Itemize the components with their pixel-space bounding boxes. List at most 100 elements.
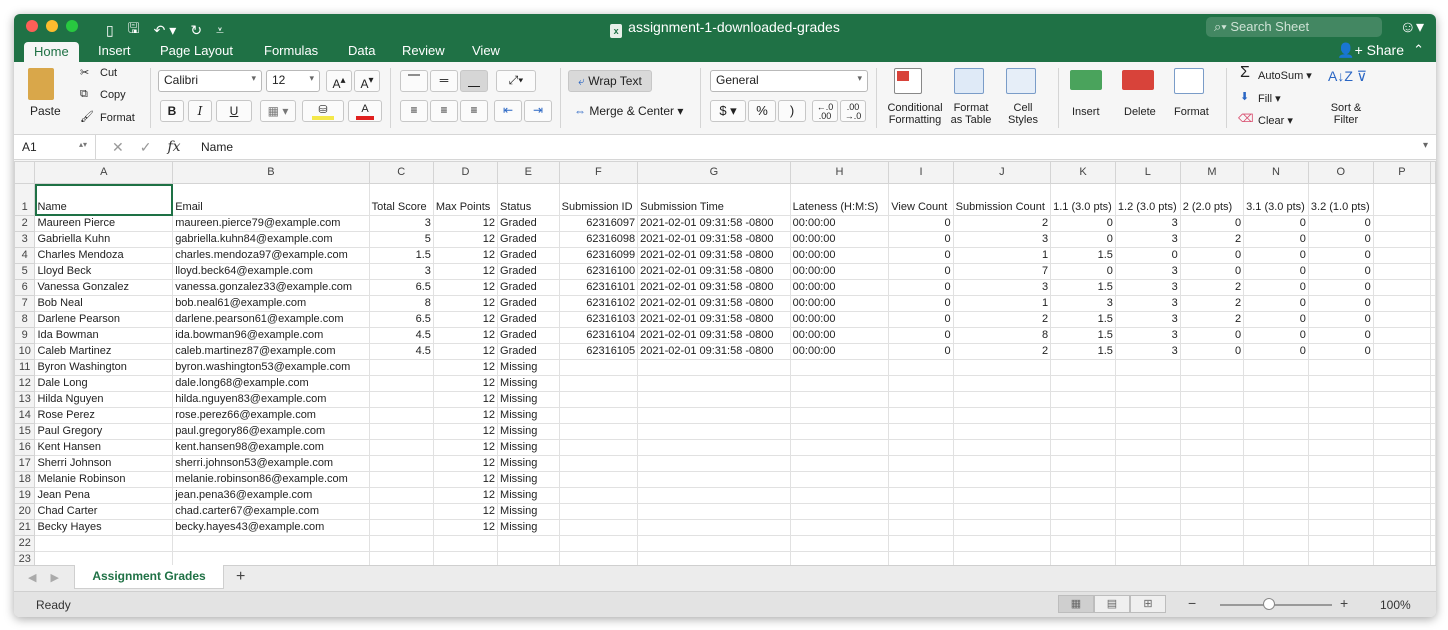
paste-icon[interactable] [28,68,54,100]
italic-button[interactable]: I [188,100,212,122]
cell[interactable] [952,359,1052,376]
cell[interactable] [34,535,174,552]
paste-button[interactable]: Paste [30,104,61,118]
cell[interactable] [888,471,954,488]
cell[interactable]: Charles Mendoza [34,247,174,264]
cell[interactable]: byron.washington53@example.com [172,359,370,376]
decrease-indent-button[interactable]: ⇤ [494,100,522,122]
cell[interactable] [1430,279,1436,296]
cell[interactable] [368,423,434,440]
cell[interactable] [1307,407,1374,424]
cell[interactable] [1114,391,1181,408]
cell[interactable] [368,455,434,472]
cell[interactable]: 62316100 [558,263,639,280]
clear-button[interactable]: Clear ▾ [1258,114,1293,127]
cell[interactable]: 0 [1307,279,1374,296]
header-cell[interactable]: Lateness (H:M:S) [789,183,890,216]
cell[interactable]: 0 [1243,295,1309,312]
format-painter-button[interactable]: Format [100,112,135,124]
cell[interactable] [888,535,954,552]
autosum-button[interactable]: AutoSum ▾ [1258,69,1312,82]
cell[interactable] [1114,359,1181,376]
cell[interactable] [1307,487,1374,504]
cell[interactable] [637,359,791,376]
sheet-tab-assignment-grades[interactable]: Assignment Grades [74,565,224,589]
cell[interactable] [1430,311,1436,328]
search-sheet-input[interactable]: ⌕▾ Search Sheet [1206,17,1382,37]
cell[interactable] [1307,455,1374,472]
cell[interactable] [1430,231,1436,248]
cell[interactable]: 2021-02-01 09:31:58 -0800 [637,327,791,344]
cell[interactable] [637,439,791,456]
scissors-icon[interactable]: ✂ [80,66,89,79]
cell[interactable] [1243,487,1309,504]
cell[interactable] [952,519,1052,536]
cell[interactable]: 0 [1179,215,1245,232]
header-cell[interactable]: 1.2 (3.0 pts) [1114,183,1181,216]
header-cell[interactable]: Submission ID [558,183,639,216]
column-header-f[interactable]: F [558,161,639,184]
cell[interactable] [888,423,954,440]
cell[interactable]: Ida Bowman [34,327,174,344]
tab-page-layout[interactable]: Page Layout [160,43,233,58]
row-header[interactable]: 10 [14,343,36,360]
increase-font-size-button[interactable]: A▴ [326,70,352,92]
cell[interactable]: 1 [952,247,1052,264]
format-as-table-icon[interactable] [954,68,984,94]
cell[interactable]: Graded [497,247,560,264]
cell[interactable] [952,391,1052,408]
cell[interactable] [558,471,639,488]
cell[interactable] [1114,503,1181,520]
cell[interactable]: Jean Pena [34,487,174,504]
cell[interactable]: 3 [1114,311,1181,328]
fill-down-icon[interactable]: ⬇ [1240,90,1249,103]
cell[interactable]: 1.5 [368,247,434,264]
cell[interactable]: 0 [888,295,954,312]
cell[interactable]: 1.5 [1050,327,1116,344]
row-header[interactable]: 11 [14,359,36,376]
cell[interactable] [1430,519,1436,536]
cell[interactable] [1372,327,1432,344]
cell[interactable]: vanessa.gonzalez33@example.com [172,279,370,296]
cell[interactable] [1430,343,1436,360]
cell[interactable] [368,535,434,552]
header-cell[interactable] [1372,183,1432,216]
row-header[interactable]: 18 [14,471,36,488]
cell[interactable] [789,423,890,440]
cell[interactable] [952,423,1052,440]
cell[interactable]: 62316104 [558,327,639,344]
cell[interactable] [1372,215,1432,232]
cell[interactable]: 2 [1179,311,1245,328]
cell[interactable]: 0 [1243,263,1309,280]
column-header-k[interactable]: K [1050,161,1116,184]
cell[interactable] [1050,359,1116,376]
cell[interactable] [789,407,890,424]
cell[interactable]: maureen.pierce79@example.com [172,215,370,232]
cell[interactable]: 2021-02-01 09:31:58 -0800 [637,343,791,360]
orientation-button[interactable]: ⤢▾ [496,70,536,92]
cell[interactable] [789,439,890,456]
cell[interactable]: 12 [432,503,499,520]
cell[interactable] [1179,487,1245,504]
cell[interactable]: jean.pena36@example.com [172,487,370,504]
cell[interactable]: Missing [497,423,560,440]
row-header[interactable]: 12 [14,375,36,392]
cell[interactable]: 00:00:00 [789,247,890,264]
name-box[interactable]: A1 ▴▾ [14,135,96,160]
cell[interactable] [789,535,890,552]
cell[interactable]: Paul Gregory [34,423,174,440]
cell[interactable] [1050,391,1116,408]
cell[interactable]: 12 [432,455,499,472]
row-header[interactable]: 3 [14,231,36,248]
cell[interactable]: Missing [497,471,560,488]
header-cell[interactable]: Total Score [368,183,434,216]
cell[interactable]: Graded [497,311,560,328]
fill-button[interactable]: Fill ▾ [1258,92,1281,105]
merge-center-button[interactable]: ⇔ Merge & Center ▾ [574,104,683,118]
cell[interactable]: 00:00:00 [789,215,890,232]
row-header[interactable]: 1 [14,183,36,216]
decrease-font-size-button[interactable]: A▾ [354,70,380,92]
zoom-slider-handle[interactable] [1263,598,1275,610]
cell[interactable] [1430,551,1436,565]
cell[interactable] [1050,471,1116,488]
